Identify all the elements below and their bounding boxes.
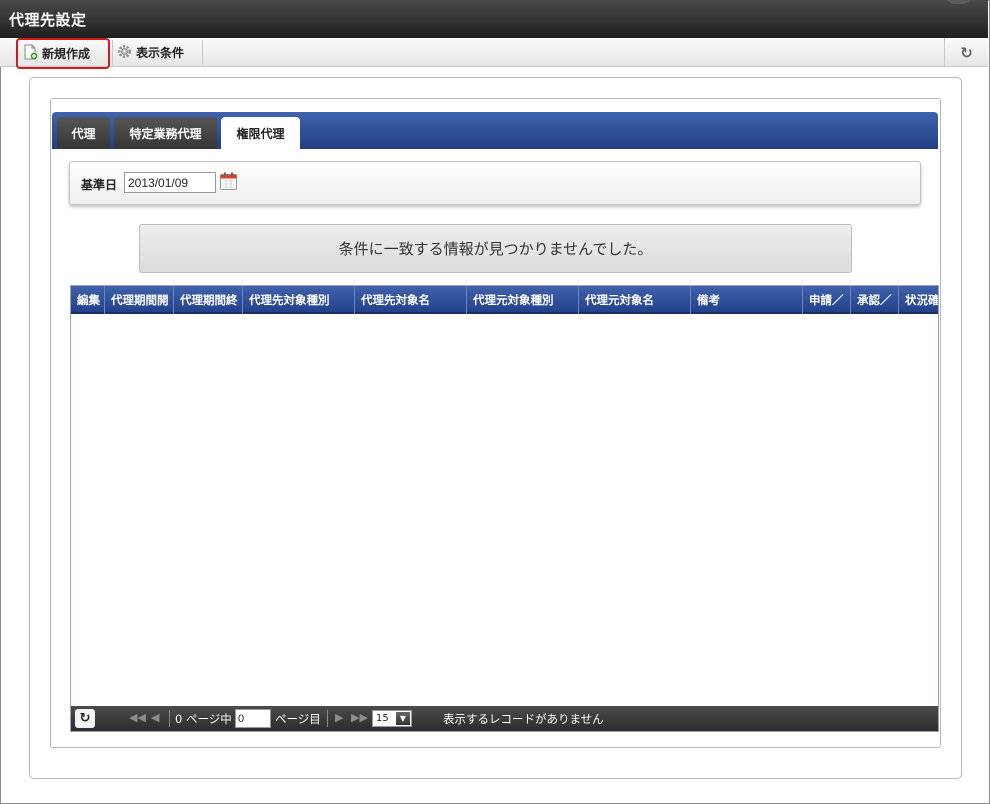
no-results-message: 条件に一致する情報が見つかりませんでした。 bbox=[139, 224, 852, 273]
toolbar-separator bbox=[202, 40, 203, 65]
chevron-down-icon: ▼ bbox=[396, 712, 410, 725]
tab-label: 権限代理 bbox=[236, 126, 285, 141]
column-header[interactable]: 申請／ bbox=[803, 286, 851, 314]
new-button-label: 新規作成 bbox=[42, 47, 91, 61]
column-header[interactable]: 代理元対象種別 bbox=[467, 286, 579, 314]
grid-header: 編集 代理期間開 代理期間終 代理先対象種別 代理先対象名 代理元対象種別 代理… bbox=[71, 286, 938, 314]
pager-separator bbox=[169, 710, 170, 727]
column-header[interactable]: 代理期間終 bbox=[174, 286, 243, 314]
tab-label: 代理 bbox=[71, 126, 96, 141]
window-title: 代理先設定 bbox=[9, 11, 87, 29]
column-header[interactable]: 代理先対象名 bbox=[355, 286, 467, 314]
search-condition-panel: 基準日 bbox=[69, 161, 921, 205]
display-conditions-label: 表示条件 bbox=[136, 46, 185, 60]
new-document-icon bbox=[24, 44, 38, 63]
pager-status-text: 表示するレコードがありません bbox=[443, 712, 604, 726]
previous-page-icon[interactable]: ◀ bbox=[151, 711, 159, 724]
calendar-icon[interactable] bbox=[220, 172, 237, 190]
column-header[interactable]: 承認／ bbox=[851, 286, 899, 314]
column-header[interactable]: 編集 bbox=[71, 286, 105, 314]
page-number-input[interactable] bbox=[235, 709, 271, 728]
column-header[interactable]: 代理元対象名 bbox=[579, 286, 691, 314]
column-header[interactable]: 状況確 bbox=[899, 286, 938, 314]
no-results-text: 条件に一致する情報が見つかりませんでした。 bbox=[338, 240, 653, 258]
delegation-grid: 編集 代理期間開 代理期間終 代理先対象種別 代理先対象名 代理元対象種別 代理… bbox=[70, 285, 939, 732]
refresh-icon: ↻ bbox=[960, 43, 973, 62]
base-date-input[interactable] bbox=[124, 172, 216, 193]
tab-specific-business-delegation[interactable]: 特定業務代理 bbox=[114, 117, 217, 149]
toolbar-separator bbox=[112, 40, 113, 65]
refresh-icon: ↻ bbox=[79, 711, 91, 726]
last-page-icon[interactable]: ▶▶ bbox=[351, 711, 368, 724]
column-header[interactable]: 備考 bbox=[691, 286, 803, 314]
tab-label: 特定業務代理 bbox=[129, 126, 202, 141]
toolbar: 新規作成 表示条件 ↻ bbox=[0, 38, 988, 69]
window-corner-decoration bbox=[944, 0, 974, 4]
gear-icon bbox=[117, 44, 132, 62]
page-suffix-text: ページ目 bbox=[275, 712, 321, 726]
tab-bar: 代理 特定業務代理 権限代理 bbox=[52, 112, 938, 149]
grid-pager: ↻ ◀◀ ◀ 0 ページ中 ページ目 ▶ ▶▶ 15 ▼ 表示するレコードがあり… bbox=[71, 706, 938, 731]
tab-authority-delegation[interactable]: 権限代理 bbox=[221, 117, 300, 149]
page-size-select[interactable]: 15 ▼ bbox=[372, 710, 412, 727]
title-bar: 代理先設定 bbox=[0, 0, 988, 38]
new-button[interactable]: 新規作成 bbox=[16, 38, 110, 69]
pager-separator bbox=[327, 710, 328, 727]
page-count-text: 0 ページ中 bbox=[175, 712, 232, 726]
next-page-icon[interactable]: ▶ bbox=[335, 711, 343, 724]
column-header[interactable]: 代理期間開 bbox=[105, 286, 174, 314]
base-date-label: 基準日 bbox=[81, 178, 118, 192]
pager-refresh-button[interactable]: ↻ bbox=[75, 709, 95, 728]
page-size-value: 15 bbox=[376, 713, 389, 724]
display-conditions-button[interactable]: 表示条件 bbox=[117, 40, 184, 65]
refresh-button[interactable]: ↻ bbox=[944, 38, 988, 67]
tab-delegation[interactable]: 代理 bbox=[57, 117, 110, 149]
column-header[interactable]: 代理先対象種別 bbox=[243, 286, 355, 314]
first-page-icon[interactable]: ◀◀ bbox=[129, 711, 146, 724]
